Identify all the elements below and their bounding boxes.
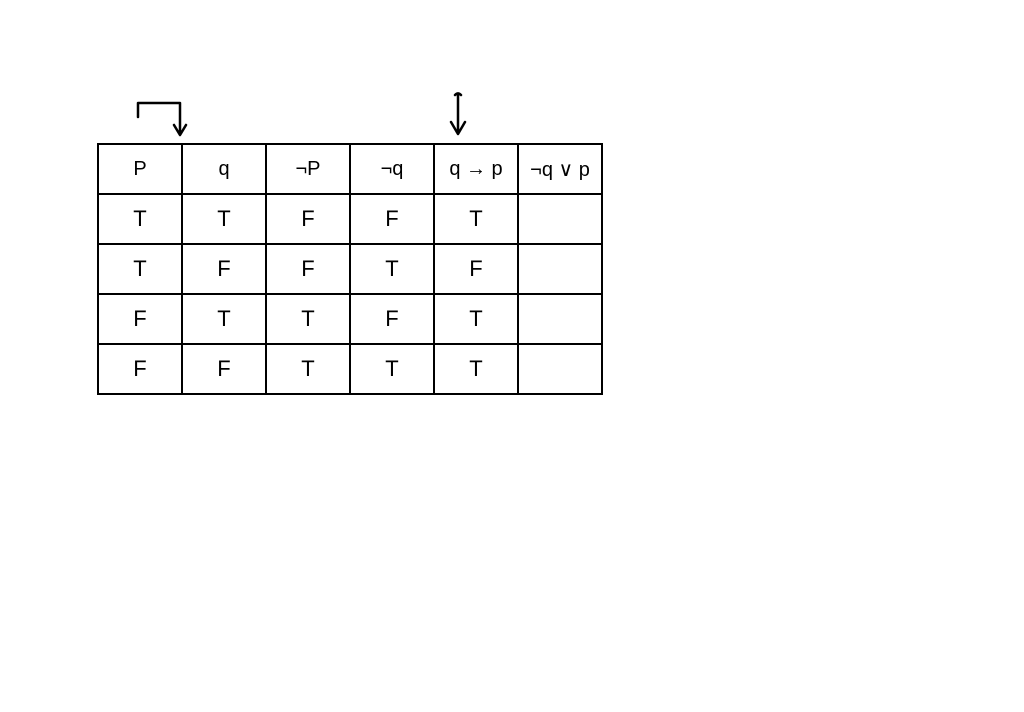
cell: F — [266, 194, 350, 244]
cell: F — [350, 294, 434, 344]
cell — [518, 294, 602, 344]
cell: F — [434, 244, 518, 294]
arrow-bracket-left — [130, 95, 210, 150]
header-q-implies-p: q → p — [434, 144, 518, 194]
cell: T — [350, 344, 434, 394]
cell: F — [182, 344, 266, 394]
cell: T — [98, 244, 182, 294]
header-p: P — [98, 144, 182, 194]
cell: F — [98, 344, 182, 394]
cell: T — [434, 194, 518, 244]
cell: T — [182, 194, 266, 244]
header-q: q — [182, 144, 266, 194]
truth-table: P q ¬P ¬q q → p ¬q ∨ p T T F F T T F F T… — [97, 143, 603, 395]
table-row: T F F T F — [98, 244, 602, 294]
cell: T — [350, 244, 434, 294]
cell: T — [434, 344, 518, 394]
cell: F — [266, 244, 350, 294]
header-not-p: ¬P — [266, 144, 350, 194]
cell: F — [182, 244, 266, 294]
cell: T — [434, 294, 518, 344]
table-row: F F T T T — [98, 344, 602, 394]
cell: F — [350, 194, 434, 244]
table-row: T T F F T — [98, 194, 602, 244]
cell — [518, 244, 602, 294]
cell: F — [98, 294, 182, 344]
header-not-q: ¬q — [350, 144, 434, 194]
cell — [518, 344, 602, 394]
cell: T — [98, 194, 182, 244]
table-header-row: P q ¬P ¬q q → p ¬q ∨ p — [98, 144, 602, 194]
arrow-down-right — [443, 90, 473, 150]
table-row: F T T F T — [98, 294, 602, 344]
cell — [518, 194, 602, 244]
header-notq-or-p: ¬q ∨ p — [518, 144, 602, 194]
cell: T — [266, 294, 350, 344]
cell: T — [266, 344, 350, 394]
cell: T — [182, 294, 266, 344]
